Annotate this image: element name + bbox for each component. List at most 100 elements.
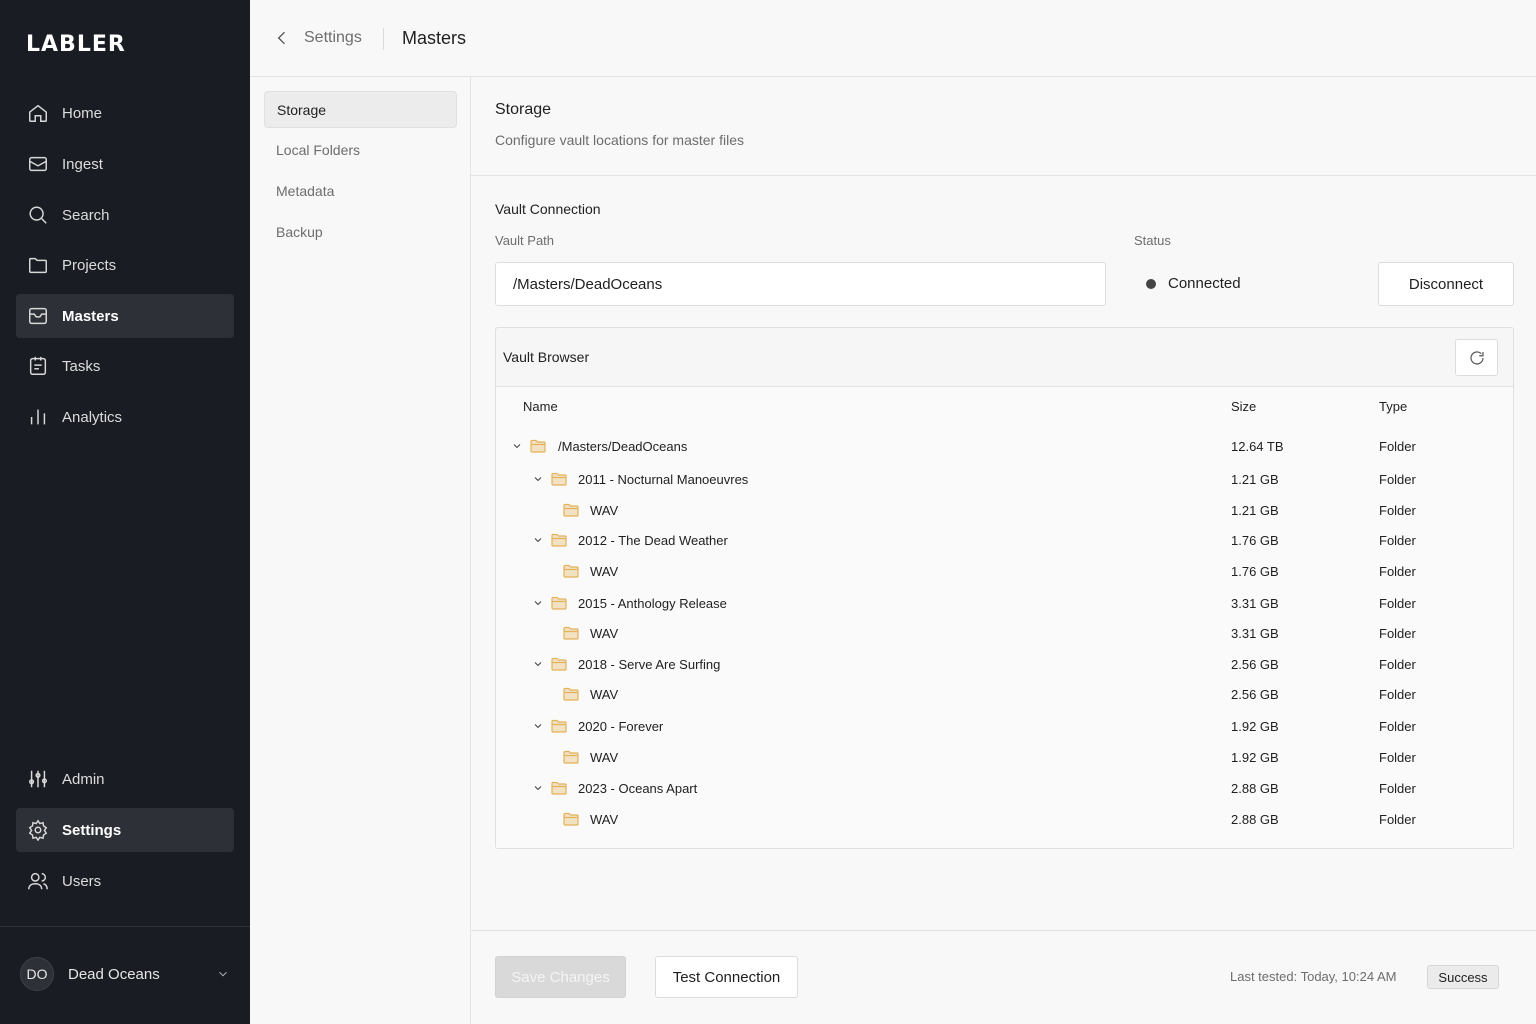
archive-icon: [26, 304, 50, 328]
sliders-icon: [26, 767, 50, 791]
section-divider: [471, 175, 1536, 176]
section-title: Storage: [495, 101, 552, 118]
sidebar-item-admin[interactable]: Admin: [16, 757, 234, 801]
table-row[interactable]: 2018 - Serve Are Surfing 2.56 GB Folder: [496, 649, 1513, 679]
row-name: 2012 - The Dead Weather: [578, 532, 728, 548]
chevron-down-icon[interactable]: [532, 720, 544, 732]
row-type: Folder: [1379, 438, 1416, 454]
last-tested-text: Last tested: Today, 10:24 AM: [1230, 969, 1397, 984]
table-row[interactable]: 2020 - Forever 1.92 GB Folder: [496, 711, 1513, 741]
sidebar-item-home[interactable]: Home: [16, 91, 234, 135]
chevron-down-icon: [219, 971, 227, 977]
account-switcher[interactable]: DO Dead Oceans: [20, 955, 230, 993]
sidebar-item-label: Ingest: [62, 155, 103, 173]
table-row[interactable]: 2011 - Nocturnal Manoeuvres 1.21 GB Folder: [496, 464, 1513, 494]
table-row[interactable]: 2023 - Oceans Apart 2.88 GB Folder: [496, 773, 1513, 803]
row-size: 2.88 GB: [1231, 811, 1279, 827]
vault-path-input[interactable]: [495, 262, 1106, 306]
row-type: Folder: [1379, 780, 1416, 796]
status-indicator-icon: [1146, 279, 1156, 289]
save-changes-button[interactable]: Save Changes: [495, 956, 626, 998]
row-type: Folder: [1379, 625, 1416, 641]
folder-icon: [551, 657, 567, 671]
table-row[interactable]: WAV 1.76 GB Folder: [496, 556, 1513, 586]
row-size: 1.76 GB: [1231, 563, 1279, 579]
row-name: WAV: [590, 686, 619, 702]
sidebar-item-label: Analytics: [62, 408, 123, 426]
refresh-button[interactable]: [1455, 339, 1498, 376]
sidebar-item-projects[interactable]: Projects: [16, 243, 234, 287]
sidebar-item-settings[interactable]: Settings: [16, 808, 234, 852]
row-type: Folder: [1379, 686, 1416, 702]
sidebar-item-masters[interactable]: Masters: [16, 294, 234, 338]
row-name: 2020 - Forever: [578, 718, 664, 734]
row-size: 2.56 GB: [1231, 656, 1279, 672]
subnav-item-backup[interactable]: Backup: [264, 213, 457, 250]
folder-icon: [551, 781, 567, 795]
back-button[interactable]: [272, 28, 292, 48]
folder-icon: [563, 750, 579, 764]
table-row[interactable]: WAV 2.88 GB Folder: [496, 804, 1513, 834]
table-row[interactable]: 2015 - Anthology Release 3.31 GB Folder: [496, 588, 1513, 618]
table-row[interactable]: 2012 - The Dead Weather 1.76 GB Folder: [496, 525, 1513, 555]
folder-icon: [551, 596, 567, 610]
folder-icon: [563, 626, 579, 640]
sidebar-item-tasks[interactable]: Tasks: [16, 344, 234, 388]
chevron-down-icon[interactable]: [532, 597, 544, 609]
sidebar-item-search[interactable]: Search: [16, 193, 234, 237]
chevron-down-icon[interactable]: [532, 658, 544, 670]
vault-connection-title: Vault Connection: [495, 201, 601, 217]
breadcrumb-settings[interactable]: Settings: [304, 29, 362, 47]
chevron-down-icon[interactable]: [532, 534, 544, 546]
table-row[interactable]: WAV 1.21 GB Folder: [496, 495, 1513, 525]
chevron-down-icon[interactable]: [532, 782, 544, 794]
column-header-name[interactable]: Name: [523, 399, 558, 414]
chevron-down-icon[interactable]: [532, 473, 544, 485]
users-icon: [26, 869, 50, 893]
row-size: 2.56 GB: [1231, 686, 1279, 702]
row-name: /Masters/DeadOceans: [558, 438, 688, 454]
row-type: Folder: [1379, 502, 1416, 518]
sidebar-item-analytics[interactable]: Analytics: [16, 395, 234, 439]
table-row[interactable]: WAV 3.31 GB Folder: [496, 618, 1513, 648]
home-icon: [26, 101, 50, 125]
subnav-item-metadata[interactable]: Metadata: [264, 172, 457, 209]
table-row[interactable]: WAV 1.92 GB Folder: [496, 742, 1513, 772]
folder-icon: [26, 253, 50, 277]
row-size: 1.92 GB: [1231, 749, 1279, 765]
column-header-type[interactable]: Type: [1379, 399, 1407, 414]
row-type: Folder: [1379, 563, 1416, 579]
subnav-item-local-folders[interactable]: Local Folders: [264, 131, 457, 168]
sidebar-divider: [0, 926, 250, 927]
row-name: WAV: [590, 625, 619, 641]
sidebar-item-label: Search: [62, 206, 110, 224]
gear-icon: [26, 818, 50, 842]
clipboard-icon: [26, 354, 50, 378]
sidebar-item-label: Admin: [62, 770, 105, 788]
sidebar-item-ingest[interactable]: Ingest: [16, 142, 234, 186]
subnav-item-storage[interactable]: Storage: [264, 91, 457, 128]
avatar: DO: [20, 957, 54, 991]
row-type: Folder: [1379, 718, 1416, 734]
sidebar-item-users[interactable]: Users: [16, 859, 234, 903]
table-row[interactable]: WAV 2.56 GB Folder: [496, 679, 1513, 709]
chevron-down-icon[interactable]: [511, 440, 523, 452]
folder-icon: [563, 503, 579, 517]
table-row[interactable]: /Masters/DeadOceans 12.64 TB Folder: [496, 431, 1513, 461]
section-description: Configure vault locations for master fil…: [495, 132, 744, 148]
row-size: 1.76 GB: [1231, 532, 1279, 548]
refresh-icon: [1469, 350, 1484, 365]
folder-icon: [551, 533, 567, 547]
row-name: WAV: [590, 811, 619, 827]
row-size: 12.64 TB: [1231, 438, 1284, 454]
column-header-size[interactable]: Size: [1231, 399, 1256, 414]
account-name: Dead Oceans: [68, 965, 160, 983]
disconnect-button[interactable]: Disconnect: [1378, 262, 1514, 306]
row-name: 2015 - Anthology Release: [578, 595, 727, 611]
sidebar-item-label: Projects: [62, 256, 117, 274]
test-connection-button[interactable]: Test Connection: [655, 956, 798, 998]
inbox-icon: [26, 152, 50, 176]
status-badge: Success: [1427, 965, 1499, 989]
row-size: 1.92 GB: [1231, 718, 1279, 734]
search-icon: [26, 203, 50, 227]
